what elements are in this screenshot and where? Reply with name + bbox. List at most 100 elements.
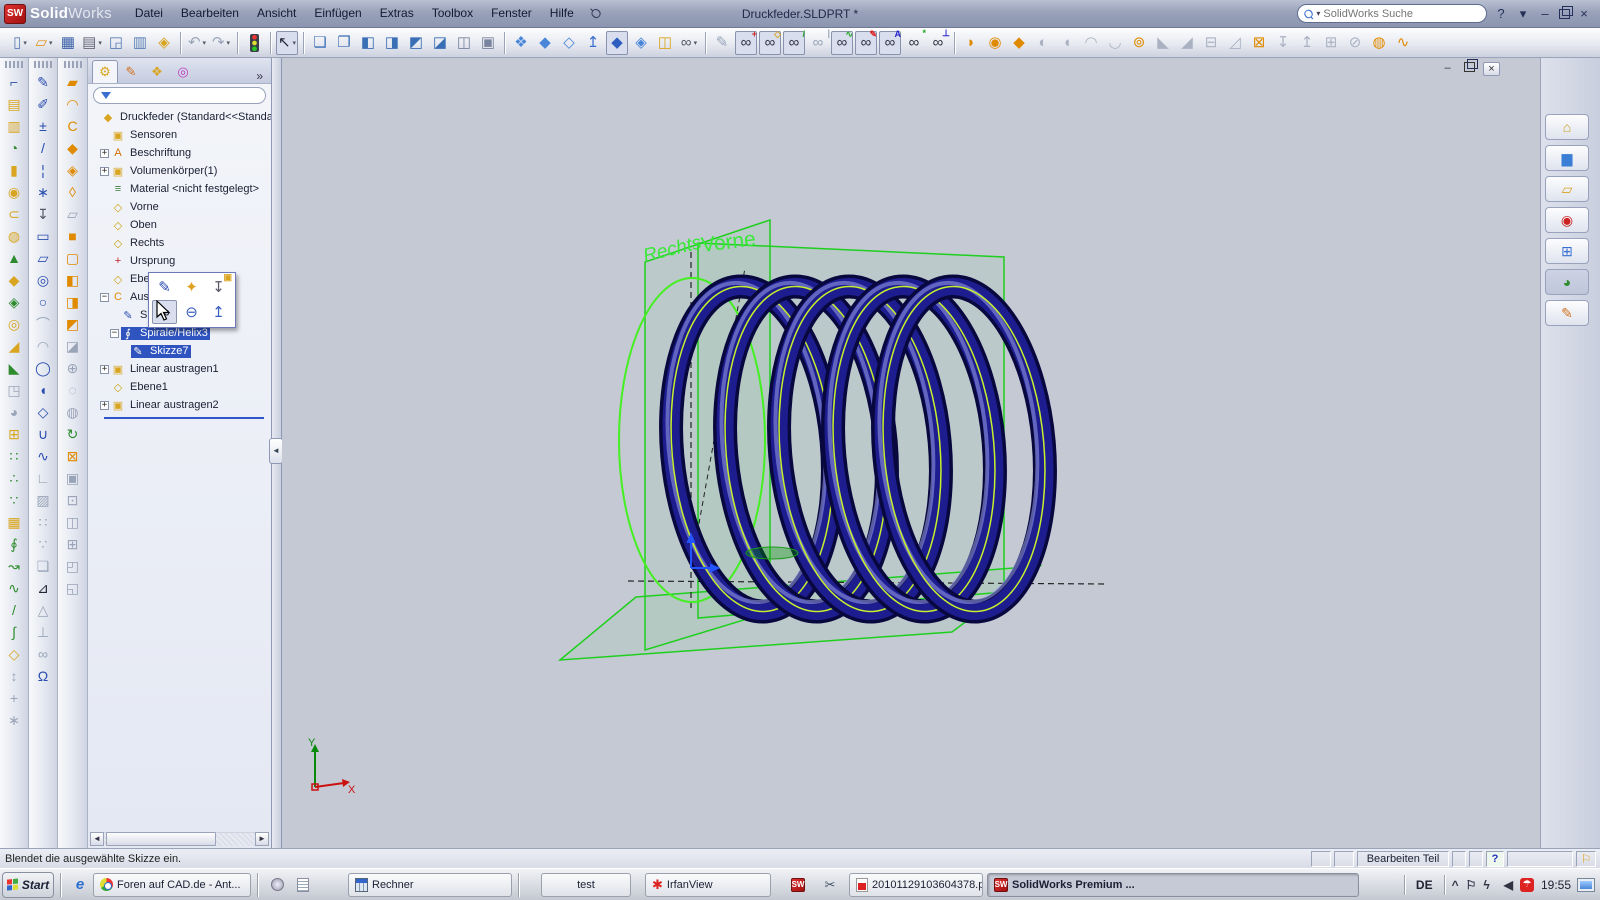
tree-item-oben[interactable]: ◇ Oben bbox=[88, 216, 271, 234]
draft-icon[interactable]: ◿ bbox=[1224, 31, 1246, 55]
undo-icon[interactable]: ↶ ▾ bbox=[186, 31, 208, 55]
hide-show-dimensions-icon[interactable]: ∞ | bbox=[807, 28, 830, 55]
tree-horizontal-scrollbar[interactable]: ◄ ► bbox=[90, 832, 269, 846]
linear-pattern-lt-icon[interactable]: ∷ bbox=[2, 445, 26, 467]
tree-expander-plus[interactable]: + bbox=[100, 166, 109, 176]
search-box[interactable]: Ϙ ▾ bbox=[1297, 4, 1487, 23]
propertymanager-tab[interactable]: ✎ bbox=[118, 60, 144, 83]
offset-entities-icon[interactable]: ⊿ bbox=[31, 577, 55, 599]
surface-icon[interactable]: ■ bbox=[61, 225, 85, 247]
swept-cut-icon[interactable]: ◖ bbox=[1056, 31, 1078, 55]
scrollbar-thumb[interactable] bbox=[106, 832, 216, 846]
normal-to-icon[interactable]: ↥ bbox=[206, 300, 231, 324]
shell-feature-icon[interactable]: ◎ bbox=[2, 313, 26, 335]
revolved-cut-icon[interactable]: ◠ bbox=[1080, 31, 1102, 55]
tree-item-ebene1[interactable]: ◇ Ebene1 bbox=[88, 378, 271, 396]
dome-icon[interactable]: ◕ bbox=[2, 401, 26, 423]
section-view-icon[interactable]: ◫ bbox=[654, 31, 676, 55]
tray-expand-icon[interactable]: ^ bbox=[1452, 878, 1459, 892]
view-settings-icon-dropdown[interactable]: ▾ bbox=[694, 39, 698, 47]
scroll-right-button[interactable]: ► bbox=[255, 832, 269, 846]
hide-show-sketches-icon[interactable]: ∞ / bbox=[783, 29, 805, 55]
toolbar-grip[interactable] bbox=[63, 61, 82, 68]
revolve-icon[interactable]: ◉ bbox=[2, 181, 26, 203]
3d-sketch-icon[interactable]: ✐ bbox=[31, 93, 55, 115]
menu-ansicht[interactable]: Ansicht bbox=[248, 0, 305, 27]
hide-show-points-icon[interactable]: ∞ * bbox=[903, 28, 926, 55]
tree-item-linear-austragen2[interactable]: + ▣ Linear austragen2 bbox=[88, 396, 271, 414]
line-icon[interactable]: / bbox=[31, 137, 55, 159]
solidworks-tray-icon[interactable]: SW bbox=[789, 876, 807, 894]
replace-face-icon[interactable]: ⊞ bbox=[61, 533, 85, 555]
hole-wizard-icon[interactable]: ⊚ bbox=[1128, 31, 1150, 55]
extend-surface-icon[interactable]: ▣ bbox=[61, 467, 85, 489]
tree-item-ursprung[interactable]: + Ursprung bbox=[88, 252, 271, 270]
circle-icon[interactable]: ◎ bbox=[31, 269, 55, 291]
view-isometric-icon[interactable]: ◫ bbox=[453, 31, 475, 55]
view-front-icon[interactable]: ❏ bbox=[309, 31, 331, 55]
tree-item-vorne[interactable]: ◇ Vorne bbox=[88, 198, 271, 216]
zoom-to-selection-icon[interactable]: ⊖ bbox=[179, 300, 204, 324]
coordinate-system-icon[interactable]: + bbox=[2, 687, 26, 709]
menu-bearbeiten[interactable]: Bearbeiten bbox=[172, 0, 248, 27]
panel-collapse-button[interactable]: ◄ bbox=[269, 438, 283, 464]
volume-icon[interactable]: ◀ bbox=[1504, 878, 1513, 892]
menu-toolbox[interactable]: Toolbox bbox=[423, 0, 482, 27]
chamfer-feature-icon[interactable]: ◈ bbox=[2, 291, 26, 313]
delete-face-icon[interactable]: ◰ bbox=[61, 555, 85, 577]
save-icon[interactable]: ▦ bbox=[57, 31, 79, 55]
remote-session-icon[interactable] bbox=[268, 876, 286, 894]
shaded-with-edges-icon[interactable]: ❖ bbox=[510, 31, 532, 55]
curve-pattern-icon[interactable]: ∵ bbox=[2, 489, 26, 511]
knit-surface-icon[interactable]: ↻ bbox=[61, 423, 85, 445]
sketch-tool-icon[interactable]: ✎ bbox=[31, 71, 55, 93]
quick-tips-icon[interactable]: ? bbox=[1486, 850, 1504, 867]
ie-quicklaunch-icon[interactable]: e bbox=[71, 876, 89, 894]
split-line-icon[interactable]: / bbox=[2, 599, 26, 621]
extrude-icon[interactable]: ▮ bbox=[2, 159, 26, 181]
task-solidworks-premium[interactable]: SW SolidWorks Premium ... bbox=[987, 872, 1359, 897]
view-top-icon[interactable]: ◩ bbox=[405, 31, 427, 55]
select-arrow-icon-dropdown[interactable]: ▾ bbox=[293, 39, 297, 47]
print-preview-icon[interactable]: ◲ bbox=[105, 31, 127, 55]
shaded-current-icon[interactable]: ◆ bbox=[606, 30, 628, 55]
table-pattern-icon[interactable]: ▦ bbox=[2, 511, 26, 533]
avira-antivir-icon[interactable]: ☂ bbox=[1519, 877, 1534, 892]
toolbar-grip[interactable] bbox=[34, 61, 52, 68]
tree-item-sensoren[interactable]: ▣ Sensoren bbox=[88, 126, 271, 144]
untrim-surface-icon[interactable]: ◫ bbox=[61, 511, 85, 533]
graphics-viewport[interactable]: Rechts Vorne Y X – × bbox=[282, 58, 1540, 848]
view-bottom-icon[interactable]: ◪ bbox=[429, 31, 451, 55]
edit-sketch-icon[interactable]: ✎ bbox=[152, 275, 177, 299]
indent-icon[interactable]: ▱ bbox=[61, 203, 85, 225]
open-doc-icon-dropdown[interactable]: ▾ bbox=[49, 39, 53, 47]
restore-button[interactable] bbox=[1559, 5, 1573, 19]
snipping-tool-icon[interactable]: ✂ bbox=[821, 876, 839, 894]
taskpane-sw-content-icon[interactable]: ◉ bbox=[1545, 207, 1589, 233]
linear-sketch-pattern-icon[interactable]: ∷ bbox=[31, 511, 55, 533]
trim-entities-icon[interactable]: △ bbox=[31, 599, 55, 621]
close-button[interactable]: × bbox=[1576, 6, 1592, 21]
task-foren-cad[interactable]: Foren auf CAD.de - Ant... bbox=[93, 872, 251, 897]
radiate-surface-icon[interactable]: ◍ bbox=[61, 401, 85, 423]
menu-datei[interactable]: Datei bbox=[126, 0, 172, 27]
dome-feature-icon[interactable]: ◆ bbox=[61, 137, 85, 159]
edit-feature-icon[interactable]: ✦ bbox=[179, 275, 204, 299]
curves-icon[interactable]: ∿ bbox=[1392, 31, 1414, 55]
wireframe-icon[interactable]: ◈ bbox=[630, 31, 652, 55]
draft-feature-icon[interactable]: ◢ bbox=[2, 335, 26, 357]
menu-fenster[interactable]: Fenster bbox=[482, 0, 541, 27]
offset-surface-icon[interactable]: ◌ bbox=[61, 379, 85, 401]
chamfer-icon[interactable]: ◢ bbox=[1176, 31, 1198, 55]
boundary-icon[interactable]: ▲ bbox=[2, 247, 26, 269]
insert-plane-icon[interactable]: ↧ bbox=[31, 203, 55, 225]
redo-icon-dropdown[interactable]: ▾ bbox=[227, 39, 231, 47]
extruded-cut-icon[interactable]: ◐ bbox=[1032, 31, 1054, 55]
view-dimetric-icon[interactable]: ▣ bbox=[477, 31, 499, 55]
revolved-boss-icon[interactable]: ◉ bbox=[984, 31, 1006, 55]
sweep-cut-icon[interactable]: C bbox=[61, 115, 85, 137]
print-icon-dropdown[interactable]: ▾ bbox=[98, 39, 102, 47]
hidden-lines-visible-icon[interactable]: ◇ bbox=[558, 31, 580, 55]
tree-expander-plus[interactable]: + bbox=[100, 400, 109, 410]
tree-item-material-nicht-festgelegt-[interactable]: ≡ Material <nicht festgelegt> bbox=[88, 180, 271, 198]
